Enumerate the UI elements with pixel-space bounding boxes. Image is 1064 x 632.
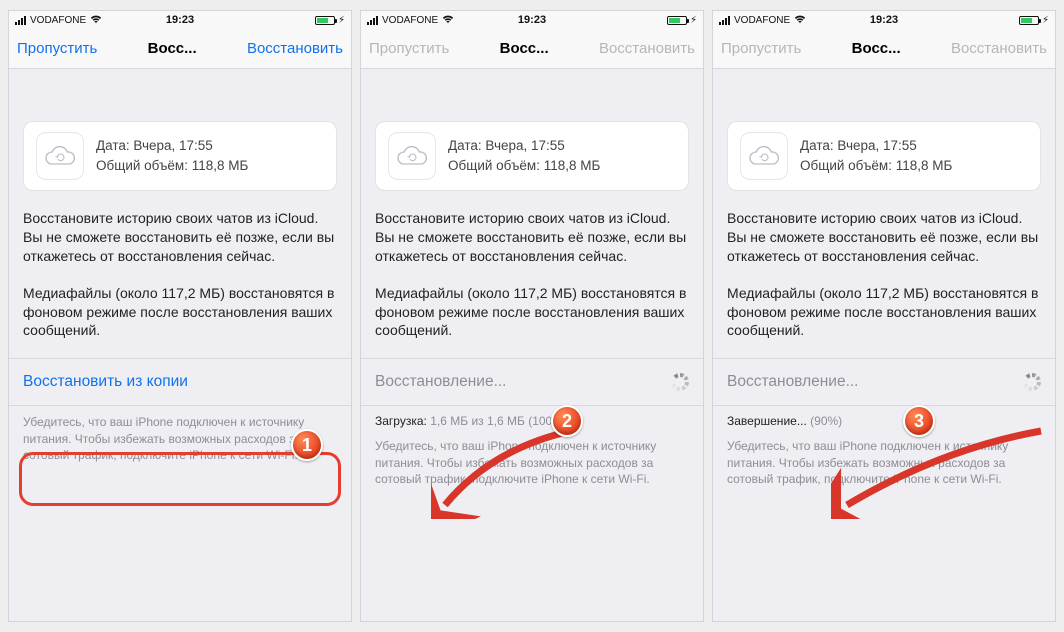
charging-icon: ⚡︎ [338, 15, 345, 26]
cloud-refresh-icon [36, 132, 84, 180]
status-time: 19:23 [166, 14, 194, 26]
spinner-icon [671, 373, 689, 391]
carrier-name: VODAFONE [30, 15, 86, 26]
restore-from-copy-button[interactable]: Восстановить из копии [9, 358, 351, 406]
backup-info-card: Дата: Вчера, 17:55 Общий объём: 118,8 МБ [375, 121, 689, 191]
wifi-icon [442, 14, 454, 27]
skip-button: Пропустить [369, 40, 449, 57]
skip-button: Пропустить [721, 40, 801, 57]
battery-icon [667, 16, 687, 25]
phone-3: VODAFONE 19:23 ⚡︎ Пропустить Восс... Вос… [712, 10, 1056, 622]
backup-info-card: Дата: Вчера, 17:55 Общий объём: 118,8 МБ [727, 121, 1041, 191]
restore-label: Восстановление... [727, 373, 859, 391]
battery-icon [315, 16, 335, 25]
phone-2: VODAFONE 19:23 ⚡︎ Пропустить Восс... Вос… [360, 10, 704, 622]
finishing-progress: Завершение... (90%) [727, 406, 1041, 430]
highlight-box [19, 452, 341, 506]
signal-icon [719, 16, 730, 25]
step-badge-2: 2 [551, 405, 583, 437]
charging-icon: ⚡︎ [1042, 15, 1049, 26]
restoring-row: Восстановление... [713, 358, 1055, 406]
restore-nav-button[interactable]: Восстановить [247, 40, 343, 57]
nav-title: Восс... [148, 40, 197, 57]
backup-size: Общий объём: 118,8 МБ [96, 156, 248, 176]
restore-nav-button: Восстановить [951, 40, 1047, 57]
phone-1: VODAFONE 19:23 ⚡︎ Пропустить Восс... Вос… [8, 10, 352, 622]
status-bar: VODAFONE 19:23 ⚡︎ [361, 11, 703, 29]
backup-info-card: Дата: Вчера, 17:55 Общий объём: 118,8 МБ [23, 121, 337, 191]
wifi-icon [90, 14, 102, 27]
status-time: 19:23 [518, 14, 546, 26]
charging-icon: ⚡︎ [690, 15, 697, 26]
skip-button[interactable]: Пропустить [17, 40, 97, 57]
spinner-icon [1023, 373, 1041, 391]
battery-icon [1019, 16, 1039, 25]
wifi-power-hint: Убедитесь, что ваш iPhone подключен к ис… [727, 430, 1041, 487]
nav-title: Восс... [852, 40, 901, 57]
step-badge-1: 1 [291, 429, 323, 461]
carrier-name: VODAFONE [734, 15, 790, 26]
wifi-icon [794, 14, 806, 27]
wifi-power-hint: Убедитесь, что ваш iPhone подключен к ис… [375, 430, 689, 487]
cloud-refresh-icon [388, 132, 436, 180]
signal-icon [15, 16, 26, 25]
carrier-name: VODAFONE [382, 15, 438, 26]
backup-date: Дата: Вчера, 17:55 [448, 136, 600, 156]
status-bar: VODAFONE 19:23 ⚡︎ [9, 11, 351, 29]
restore-label: Восстановление... [375, 373, 507, 391]
restore-desc-1: Восстановите историю своих чатов из iClo… [375, 209, 689, 266]
restore-desc-1: Восстановите историю своих чатов из iClo… [23, 209, 337, 266]
status-bar: VODAFONE 19:23 ⚡︎ [713, 11, 1055, 29]
nav-bar: Пропустить Восс... Восстановить [713, 29, 1055, 69]
signal-icon [367, 16, 378, 25]
backup-date: Дата: Вчера, 17:55 [96, 136, 248, 156]
restore-desc-1: Восстановите историю своих чатов из iClo… [727, 209, 1041, 266]
nav-bar: Пропустить Восс... Восстановить [9, 29, 351, 69]
backup-size: Общий объём: 118,8 МБ [800, 156, 952, 176]
restoring-row: Восстановление... [361, 358, 703, 406]
backup-date: Дата: Вчера, 17:55 [800, 136, 952, 156]
step-badge-3: 3 [903, 405, 935, 437]
restore-desc-2: Медиафайлы (около 117,2 МБ) восстановятс… [23, 284, 337, 341]
status-time: 19:23 [870, 14, 898, 26]
restore-label: Восстановить из копии [23, 373, 188, 391]
cloud-refresh-icon [740, 132, 788, 180]
download-progress: Загрузка: 1,6 МБ из 1,6 МБ (100%) [375, 406, 689, 430]
nav-title: Восс... [500, 40, 549, 57]
restore-desc-2: Медиафайлы (около 117,2 МБ) восстановятс… [375, 284, 689, 341]
backup-size: Общий объём: 118,8 МБ [448, 156, 600, 176]
nav-bar: Пропустить Восс... Восстановить [361, 29, 703, 69]
restore-desc-2: Медиафайлы (около 117,2 МБ) восстановятс… [727, 284, 1041, 341]
restore-nav-button: Восстановить [599, 40, 695, 57]
